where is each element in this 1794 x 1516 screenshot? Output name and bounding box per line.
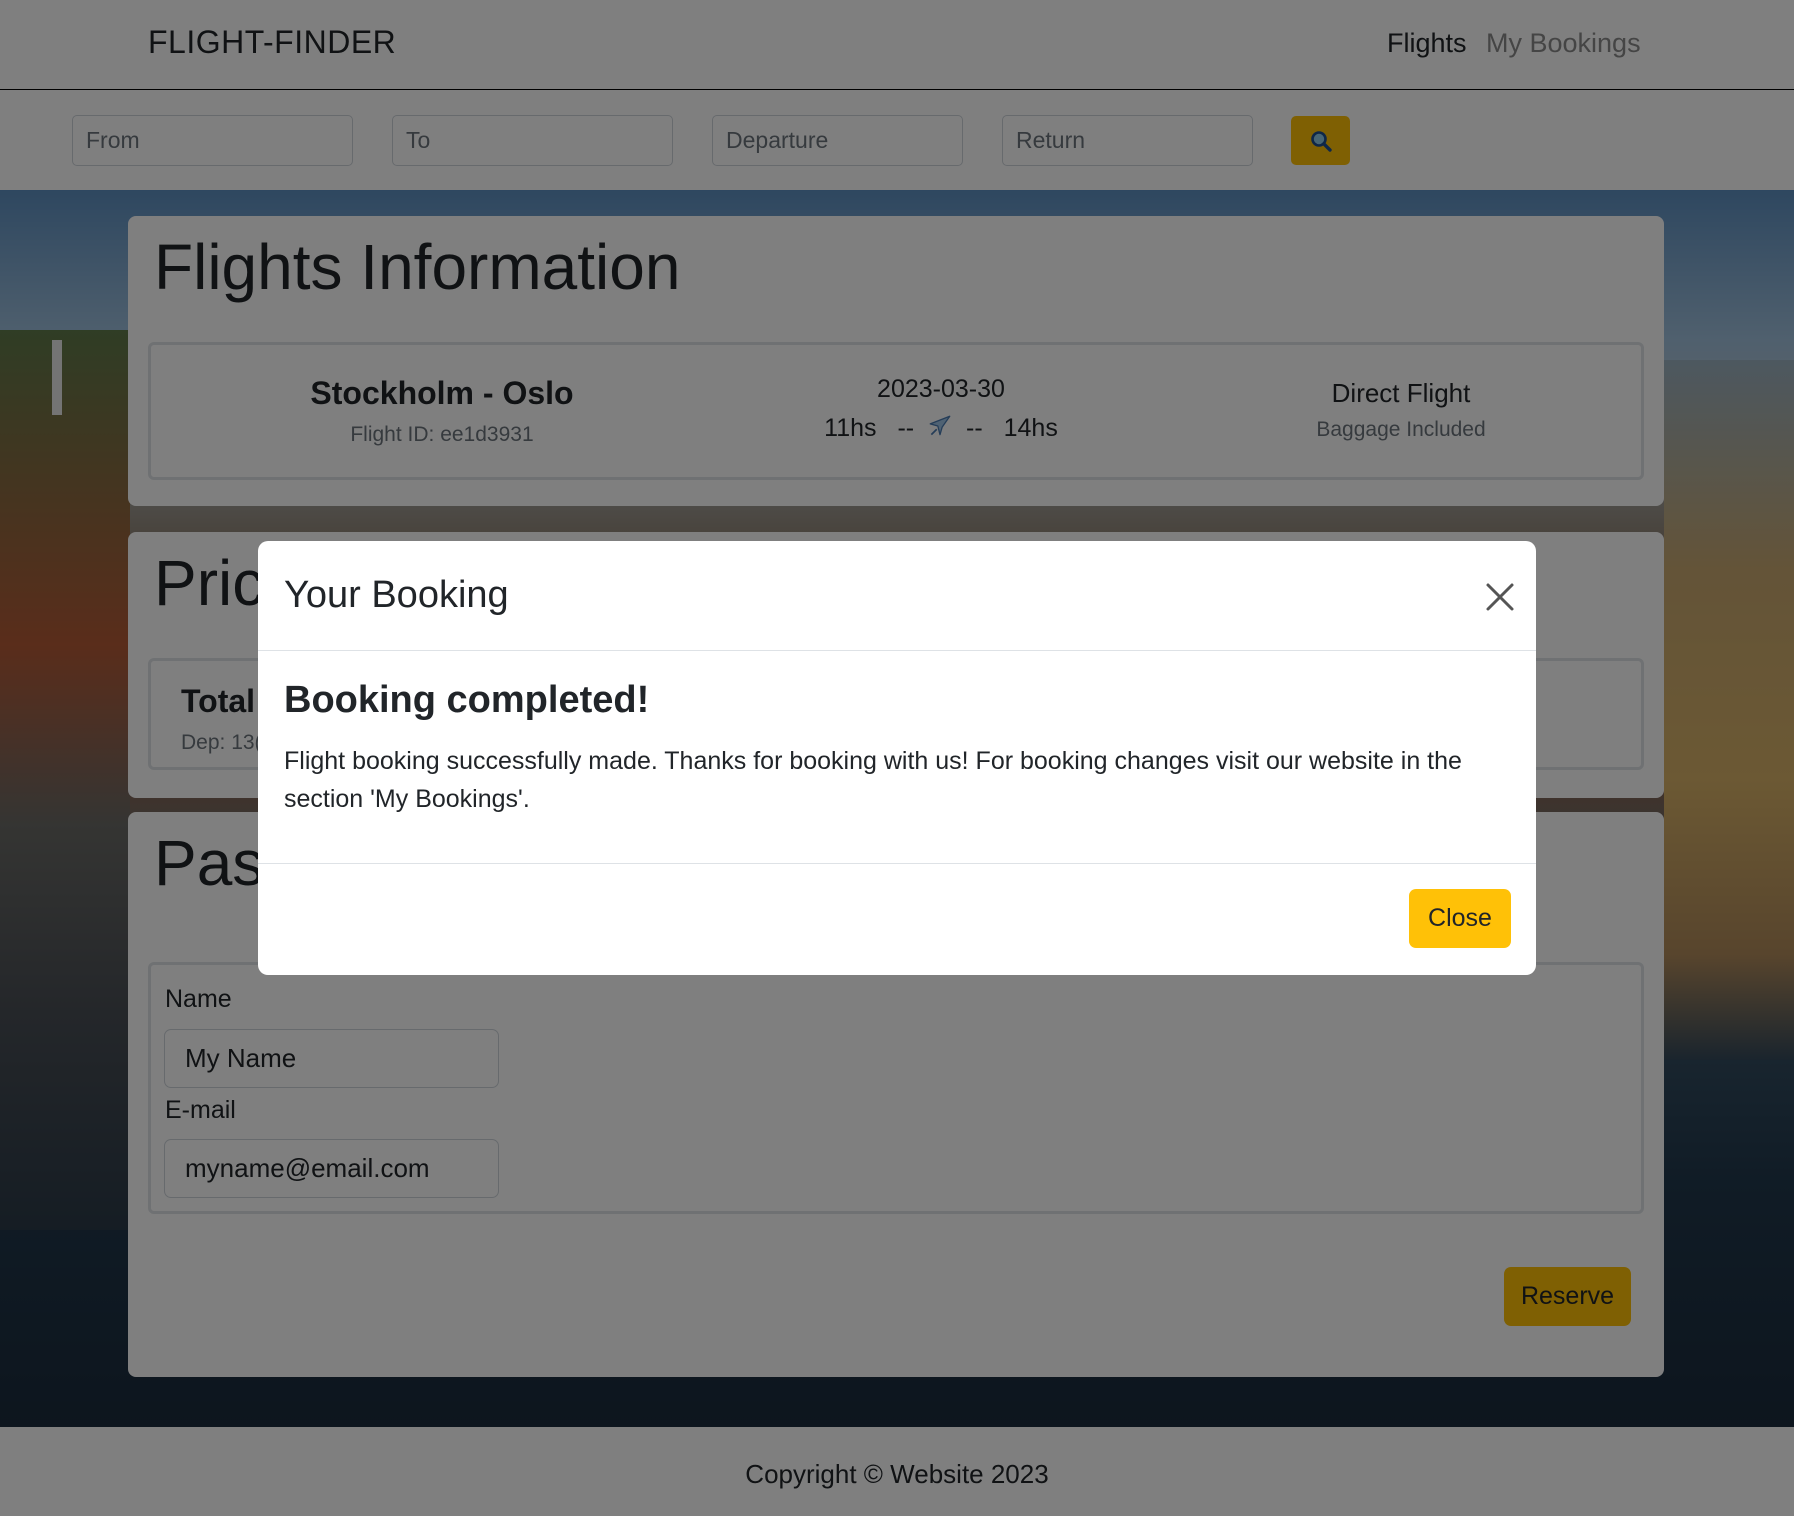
booking-modal: Your Booking Booking completed! Flight b… xyxy=(258,541,1536,975)
booking-success-heading: Booking completed! xyxy=(284,679,650,721)
modal-title: Your Booking xyxy=(284,574,509,616)
modal-header: Your Booking xyxy=(258,541,1536,651)
modal-footer: Close xyxy=(258,863,1536,975)
close-icon[interactable] xyxy=(1480,577,1520,617)
close-button[interactable]: Close xyxy=(1409,889,1511,948)
modal-body: Booking completed! Flight booking succes… xyxy=(258,651,1536,1405)
booking-success-message: Flight booking successfully made. Thanks… xyxy=(284,747,1462,813)
